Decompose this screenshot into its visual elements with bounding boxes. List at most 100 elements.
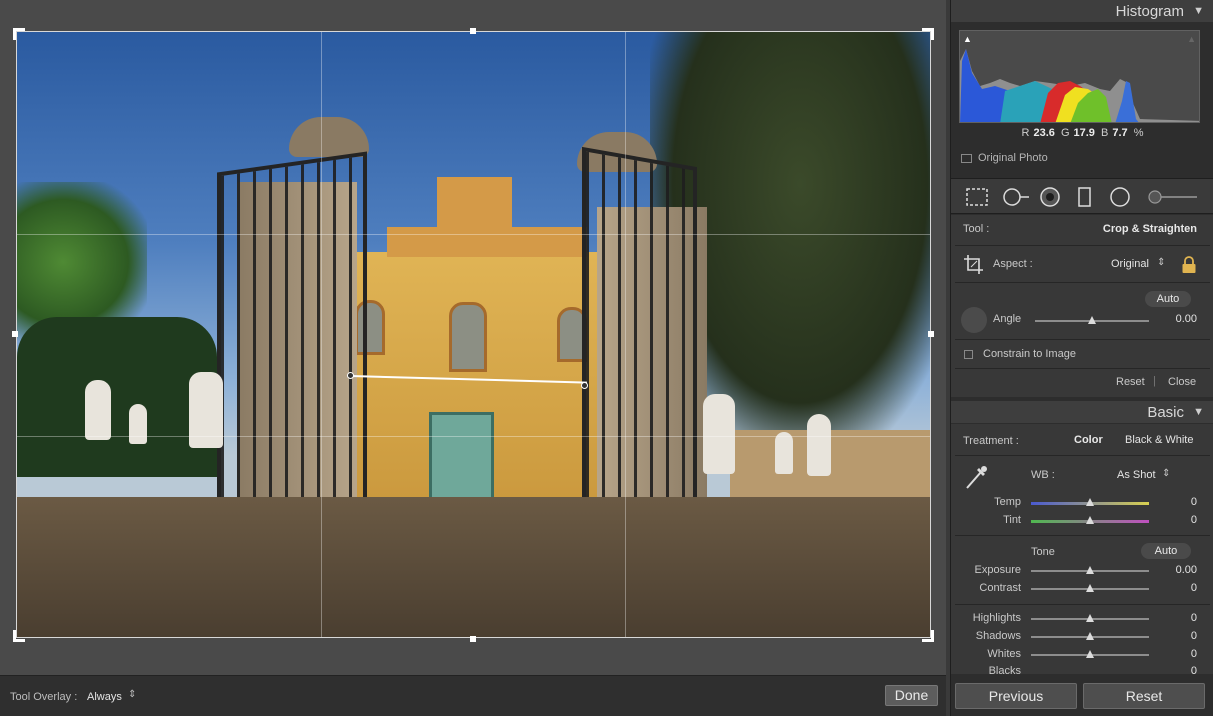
collapse-triangle-icon[interactable]: ▼	[1193, 406, 1204, 418]
whites-slider-knob[interactable]	[1086, 650, 1094, 658]
exposure-slider-knob[interactable]	[1086, 566, 1094, 574]
shadows-slider-knob[interactable]	[1086, 632, 1094, 640]
temp-value[interactable]: 0	[1191, 496, 1197, 508]
tint-slider-knob[interactable]	[1086, 516, 1094, 524]
adjustment-brush-icon[interactable]	[1147, 187, 1199, 210]
b-value: 7.7	[1112, 127, 1128, 139]
crop-frame-icon[interactable]	[963, 254, 985, 279]
shadows-label: Shadows	[975, 630, 1021, 642]
crop-tool-panel: Tool : Crop & Straighten Aspect : Origin…	[951, 215, 1213, 397]
constrain-checkbox[interactable]	[964, 350, 973, 359]
temp-label: Temp	[994, 496, 1021, 508]
tool-overlay-label: Tool Overlay :	[10, 691, 78, 703]
divider	[955, 368, 1210, 369]
spot-removal-icon[interactable]	[1001, 187, 1031, 210]
b-label: B	[1101, 127, 1109, 139]
contrast-label: Contrast	[979, 582, 1021, 594]
exposure-value[interactable]: 0.00	[1176, 564, 1197, 576]
radial-filter-icon[interactable]	[1109, 187, 1133, 210]
photo-hedge	[17, 317, 217, 477]
temp-slider-knob[interactable]	[1086, 498, 1094, 506]
shadows-value[interactable]: 0	[1191, 630, 1197, 642]
collapse-triangle-icon[interactable]: ▼	[1193, 5, 1204, 17]
tint-label: Tint	[1003, 514, 1021, 526]
crop-overlay-icon[interactable]	[965, 187, 989, 210]
workspace	[0, 0, 946, 716]
percent-sign: %	[1133, 127, 1144, 139]
button-separator: |	[1153, 375, 1156, 387]
crop-edge-handle[interactable]	[470, 28, 476, 34]
crop-reset-button[interactable]: Reset	[1116, 376, 1145, 388]
blacks-value[interactable]: 0	[1191, 665, 1197, 674]
photo-bust	[775, 432, 793, 474]
wb-label: WB :	[1031, 469, 1055, 481]
crop-corner-handle[interactable]	[922, 630, 934, 642]
done-button[interactable]: Done	[885, 685, 938, 706]
tool-label: Tool :	[963, 223, 990, 235]
basic-panel: Treatment : Color Black & White WB : As …	[951, 424, 1213, 674]
tool-overlay-select[interactable]: Always	[87, 691, 122, 703]
angle-slider-knob[interactable]	[1088, 316, 1096, 324]
wb-select[interactable]: As Shot	[1117, 469, 1156, 481]
right-panel: Histogram ▼ ▲ ▲ R 23.6 G 17.9 B 7.7 % Origi…	[950, 0, 1213, 716]
photo-bust	[129, 404, 147, 444]
r-value: 23.6	[1033, 127, 1055, 139]
highlights-value[interactable]: 0	[1191, 612, 1197, 624]
highlights-slider-knob[interactable]	[1086, 614, 1094, 622]
divider	[955, 535, 1210, 536]
shadow-clipping-icon[interactable]: ▲	[963, 34, 972, 44]
angle-label: Angle	[993, 313, 1022, 325]
select-chevron-icon[interactable]: ⇕	[1157, 257, 1165, 268]
crop-corner-handle[interactable]	[922, 28, 934, 40]
photo-canvas[interactable]	[16, 31, 931, 638]
contrast-value[interactable]: 0	[1191, 582, 1197, 594]
tone-auto-button[interactable]: Auto	[1141, 543, 1191, 559]
straighten-handle[interactable]	[347, 372, 354, 379]
aspect-select[interactable]: Original	[1111, 258, 1149, 270]
photo-tower	[437, 177, 512, 232]
bottom-toolbar: Tool Overlay : Always ⇕	[0, 675, 946, 716]
divider	[955, 455, 1210, 456]
basic-header[interactable]: Basic ▼	[951, 401, 1213, 423]
crop-corner-handle[interactable]	[13, 28, 25, 40]
whites-label: Whites	[987, 648, 1021, 660]
lock-icon[interactable]	[1181, 256, 1196, 273]
select-chevron-icon[interactable]: ⇕	[128, 689, 136, 700]
graduated-filter-icon[interactable]	[1077, 187, 1093, 210]
select-chevron-icon[interactable]: ⇕	[1162, 468, 1170, 479]
red-eye-icon[interactable]	[1039, 187, 1063, 210]
tint-value[interactable]: 0	[1191, 514, 1197, 526]
divider	[955, 245, 1210, 246]
lightroom-develop-window: Tool Overlay : Always ⇕ Done Histogram ▼…	[0, 0, 1213, 716]
histogram-graph[interactable]: ▲ ▲	[959, 30, 1200, 123]
photo-ground	[17, 497, 930, 637]
crop-edge-handle[interactable]	[12, 331, 18, 337]
crop-edge-handle[interactable]	[928, 331, 934, 337]
auto-straighten-button[interactable]: Auto	[1145, 291, 1191, 307]
previous-button[interactable]: Previous	[955, 683, 1077, 709]
treatment-bw-option[interactable]: Black & White	[1125, 434, 1193, 446]
reset-button[interactable]: Reset	[1083, 683, 1205, 709]
photo-bust	[807, 414, 831, 476]
crop-grid-line	[17, 436, 930, 437]
straighten-tool-icon[interactable]	[961, 307, 987, 333]
highlight-clipping-icon[interactable]: ▲	[1187, 34, 1196, 44]
angle-value[interactable]: 0.00	[1176, 313, 1197, 325]
histogram-chart-icon	[960, 49, 1199, 122]
basic-title: Basic	[1147, 404, 1184, 421]
treatment-color-option[interactable]: Color	[1074, 434, 1103, 446]
crop-close-button[interactable]: Close	[1168, 376, 1196, 388]
whites-value[interactable]: 0	[1191, 648, 1197, 660]
photo-bust	[703, 394, 735, 474]
r-label: R	[1021, 127, 1030, 139]
original-photo-toggle[interactable]: Original Photo	[961, 152, 1048, 164]
eyedropper-icon[interactable]	[963, 462, 989, 495]
photo-bust	[85, 380, 111, 440]
crop-corner-handle[interactable]	[13, 630, 25, 642]
crop-edge-handle[interactable]	[470, 636, 476, 642]
contrast-slider-knob[interactable]	[1086, 584, 1094, 592]
histogram-header[interactable]: Histogram ▼	[951, 0, 1213, 22]
histogram-title: Histogram	[1115, 3, 1184, 20]
straighten-handle[interactable]	[581, 382, 588, 389]
original-photo-checkbox[interactable]	[961, 153, 972, 163]
